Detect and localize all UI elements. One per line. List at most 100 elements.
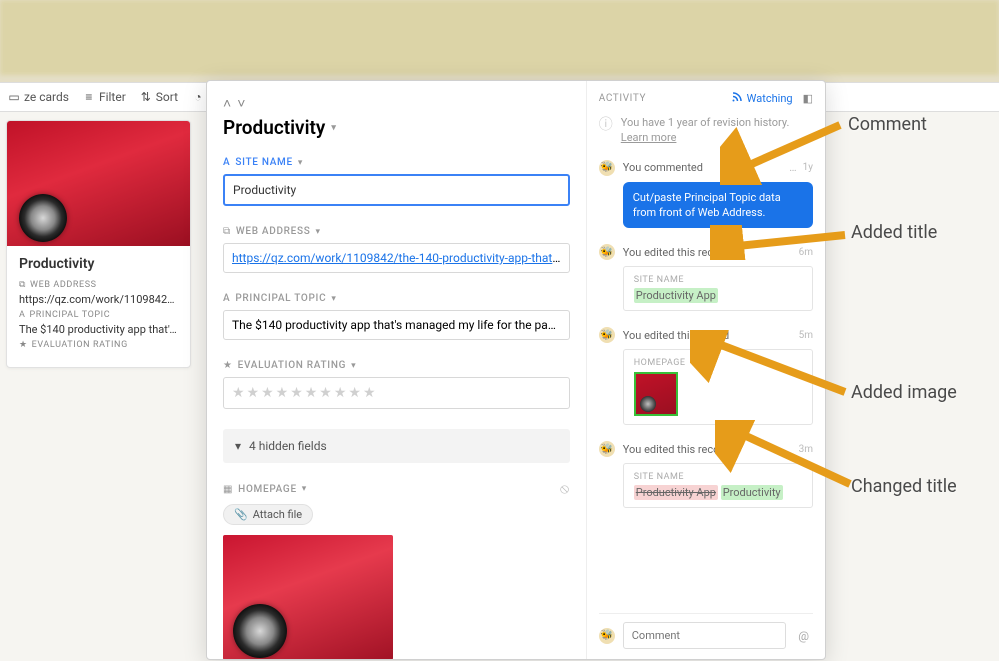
- added-image-thumb: [634, 372, 678, 416]
- chevron-down-icon[interactable]: ▾: [298, 158, 303, 168]
- filter-button[interactable]: ≡ Filter: [83, 90, 126, 104]
- visibility-icon[interactable]: ⦸: [560, 481, 570, 497]
- activity-change-card: HOMEPAGE: [623, 349, 813, 425]
- card-body: Productivity ⧉WEB ADDRESS https://qz.com…: [7, 246, 190, 367]
- filter-icon: ≡: [83, 91, 95, 103]
- ellipsis-icon[interactable]: …: [789, 161, 796, 174]
- comment-input[interactable]: [623, 622, 786, 649]
- record-modal: ˄ ˅ Productivity ▾ A SITE NAME ▾ ⧉ WEB A…: [206, 80, 826, 660]
- image-detail: [233, 604, 287, 658]
- avatar: 🐝: [599, 441, 615, 457]
- chevron-down-icon[interactable]: ▾: [302, 484, 307, 494]
- card-cover-image: [7, 121, 190, 246]
- field-web-address: ⧉ WEB ADDRESS ▾ https://qz.com/work/1109…: [223, 226, 570, 273]
- activity-line: You edited this record: [623, 246, 729, 259]
- rss-icon: [731, 91, 743, 106]
- mention-button[interactable]: @: [794, 629, 813, 643]
- field-label: ⧉ WEB ADDRESS ▾: [223, 226, 570, 237]
- next-record-button[interactable]: ˅: [237, 95, 245, 112]
- sort-icon: ⇅: [140, 91, 152, 103]
- chevron-down-icon[interactable]: ▾: [331, 294, 336, 304]
- text-icon: A: [223, 157, 230, 168]
- web-address-value[interactable]: https://qz.com/work/1109842/the-140-prod…: [223, 243, 570, 273]
- card-field-label: ⧉WEB ADDRESS: [19, 280, 178, 290]
- card-principal-topic: The $140 productivity app that's m…: [19, 323, 178, 336]
- activity-pane: ACTIVITY Watching ◧ ⓘ You have 1 year of…: [586, 81, 825, 659]
- added-value: Productivity App: [634, 288, 718, 303]
- chevron-down-icon[interactable]: ▾: [351, 361, 356, 371]
- activity-time: 5m: [799, 330, 813, 341]
- field-label: ▦ HOMEPAGE ▾ ⦸: [223, 481, 570, 497]
- annotation-added-title: Added title: [851, 222, 937, 243]
- attachment-icon: ▦: [223, 484, 233, 495]
- activity-item: 🐝 You edited this record 5m: [599, 327, 813, 343]
- prev-record-button[interactable]: ˄: [223, 95, 231, 112]
- change-field-label: SITE NAME: [634, 472, 802, 482]
- activity-change-card: SITE NAME Productivity App: [623, 266, 813, 311]
- change-field-label: SITE NAME: [634, 275, 802, 285]
- removed-value: Productivity App: [634, 485, 718, 500]
- principal-topic-value[interactable]: The $140 productivity app that's managed…: [223, 310, 570, 340]
- activity-change-card: SITE NAME Productivity App Productivity: [623, 463, 813, 508]
- cards-icon: ▭: [8, 91, 20, 103]
- stars-icon: ★★★★★★★★★★: [232, 385, 378, 401]
- homepage-attachment[interactable]: [223, 535, 393, 659]
- label: ze cards: [24, 90, 69, 104]
- chevron-down-icon: ▾: [331, 123, 336, 133]
- info-icon: ⓘ: [599, 116, 613, 135]
- record-main-pane: ˄ ˅ Productivity ▾ A SITE NAME ▾ ⧉ WEB A…: [207, 81, 586, 659]
- card-web-address: https://qz.com/work/1109842/the-…: [19, 293, 178, 306]
- avatar: 🐝: [599, 327, 615, 343]
- chevron-down-icon[interactable]: ▾: [316, 227, 321, 237]
- avatar: 🐝: [599, 244, 615, 260]
- field-label: A SITE NAME ▾: [223, 157, 570, 168]
- link-icon: ⧉: [223, 226, 231, 237]
- annotation-changed-title: Changed title: [851, 476, 957, 497]
- activity-line: You edited this record: [623, 329, 729, 342]
- star-icon: ★: [19, 340, 28, 350]
- nav-arrows: ˄ ˅: [223, 95, 570, 112]
- annotation-added-image: Added image: [851, 382, 957, 403]
- site-name-input[interactable]: [223, 174, 570, 206]
- activity-body: HOMEPAGE: [623, 349, 813, 425]
- hidden-fields-toggle[interactable]: ▾ 4 hidden fields: [223, 429, 570, 463]
- avatar: 🐝: [599, 628, 615, 644]
- field-homepage: ▦ HOMEPAGE ▾ ⦸ 📎 Attach file: [223, 481, 570, 659]
- annotation-comment: Comment: [848, 114, 927, 135]
- text-icon: A: [19, 310, 25, 320]
- link-icon: ⧉: [19, 280, 26, 290]
- watching-toggle[interactable]: Watching: [731, 91, 793, 106]
- star-icon: ★: [223, 360, 233, 371]
- history-note: ⓘ You have 1 year of revision history. L…: [599, 116, 813, 146]
- activity-line: You commented: [623, 161, 703, 174]
- comment-bubble: Cut/paste Principal Topic data from fron…: [623, 182, 813, 229]
- card-field-label: APRINCIPAL TOPIC: [19, 310, 178, 320]
- learn-more-link[interactable]: Learn more: [621, 131, 677, 144]
- card-field-label: ★EVALUATION RATING: [19, 340, 178, 350]
- field-label: ★ EVALUATION RATING ▾: [223, 360, 570, 371]
- activity-header: ACTIVITY Watching ◧: [599, 91, 813, 106]
- label: Filter: [99, 90, 126, 104]
- image-detail: [19, 194, 67, 242]
- gallery-card[interactable]: Productivity ⧉WEB ADDRESS https://qz.com…: [6, 120, 191, 368]
- collapse-activity-button[interactable]: ◧: [803, 92, 813, 105]
- activity-item: 🐝 You edited this record 3m: [599, 441, 813, 457]
- activity-time: 3m: [799, 444, 813, 455]
- comment-input-row: 🐝 @: [599, 613, 813, 649]
- activity-body: SITE NAME Productivity App: [623, 266, 813, 311]
- activity-title: ACTIVITY: [599, 93, 646, 104]
- avatar: 🐝: [599, 160, 615, 176]
- resize-cards-button[interactable]: ▭ ze cards: [8, 90, 69, 104]
- card-title: Productivity: [19, 256, 178, 272]
- sort-button[interactable]: ⇅ Sort: [140, 90, 178, 104]
- paperclip-icon: 📎: [234, 508, 248, 521]
- activity-body: Cut/paste Principal Topic data from fron…: [623, 182, 813, 229]
- text-icon: A: [223, 293, 230, 304]
- rating-input[interactable]: ★★★★★★★★★★: [223, 377, 570, 409]
- field-site-name: A SITE NAME ▾: [223, 157, 570, 206]
- header-blur-band: [0, 0, 999, 75]
- attach-file-button[interactable]: 📎 Attach file: [223, 504, 313, 525]
- activity-item: 🐝 You commented … 1y: [599, 160, 813, 176]
- activity-item: 🐝 You edited this record 6m: [599, 244, 813, 260]
- record-title[interactable]: Productivity ▾: [223, 116, 570, 139]
